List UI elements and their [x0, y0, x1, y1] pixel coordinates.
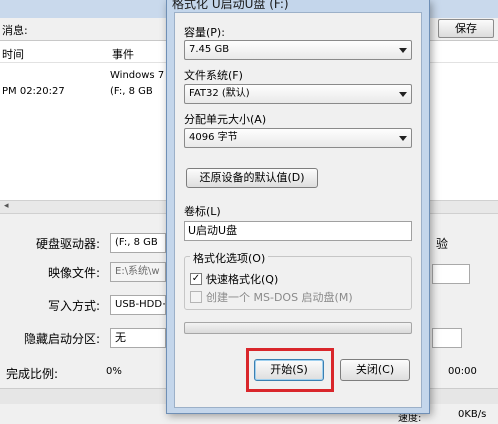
speed-value: 0KB/s — [458, 409, 487, 420]
write-mode-label: 写入方式: — [48, 299, 101, 313]
background-right-field[interactable] — [432, 264, 470, 284]
log-column-time[interactable]: 时间 — [2, 46, 24, 62]
progress-value: 0% — [106, 366, 122, 377]
log-row-time: PM 02:20:27 — [2, 86, 65, 97]
allocation-unit-label: 分配单元大小(A) — [184, 113, 267, 126]
background-right-field-2[interactable] — [432, 328, 462, 348]
file-system-value: FAT32 (默认) — [189, 88, 250, 99]
save-button[interactable]: 保存 — [438, 19, 494, 38]
capacity-value: 7.45 GB — [189, 44, 230, 55]
log-row-event: (F:, 8 GB — [110, 86, 153, 97]
start-button-highlight — [246, 348, 334, 392]
restore-defaults-button[interactable]: 还原设备的默认值(D) — [186, 168, 318, 188]
chevron-down-icon — [399, 136, 407, 141]
hidden-partition-select[interactable]: 无 — [110, 328, 166, 348]
disk-label: 硬盘驱动器: — [36, 237, 101, 251]
hidden-partition-label: 隐藏启动分区: — [24, 332, 101, 346]
format-progress-bar — [184, 322, 412, 334]
progress-label: 完成比例: — [6, 367, 59, 381]
file-system-select[interactable]: FAT32 (默认) — [184, 84, 412, 104]
chevron-down-icon — [399, 48, 407, 53]
message-label: 消息: — [2, 24, 28, 37]
close-button[interactable]: 关闭(C) — [340, 359, 410, 381]
volume-label-label: 卷标(L) — [184, 205, 221, 218]
allocation-unit-value: 4096 字节 — [189, 132, 238, 143]
dialog-title: 格式化 U启动U盘 (F:) — [172, 0, 289, 11]
quick-format-checkbox[interactable]: ✓ — [190, 273, 202, 285]
log-column-event[interactable]: 事件 — [112, 46, 134, 62]
quick-format-label[interactable]: 快速格式化(Q) — [206, 271, 278, 287]
msdos-startup-checkbox[interactable] — [190, 291, 202, 303]
capacity-select[interactable]: 7.45 GB — [184, 40, 412, 60]
capacity-label: 容量(P): — [184, 26, 225, 39]
checkmark-icon: ✓ — [191, 273, 201, 284]
msdos-startup-label[interactable]: 创建一个 MS-DOS 启动盘(M) — [206, 289, 353, 305]
disk-select[interactable]: (F:, 8 GB — [110, 233, 166, 253]
format-options-label: 格式化选项(O) — [190, 250, 269, 266]
log-row-event: Windows 7 — [110, 70, 165, 81]
elapsed-time: 00:00 — [448, 366, 477, 377]
scroll-left-icon[interactable]: ◂ — [4, 201, 9, 211]
write-mode-select[interactable]: USB-HDD+ — [110, 295, 166, 315]
file-system-label: 文件系统(F) — [184, 69, 243, 82]
chevron-down-icon — [399, 92, 407, 97]
allocation-unit-select[interactable]: 4096 字节 — [184, 128, 412, 148]
image-file-input[interactable]: E:\系统\w — [110, 262, 166, 282]
verify-label: 验 — [436, 237, 449, 251]
image-file-label: 映像文件: — [48, 266, 101, 280]
volume-label-input[interactable]: U启动U盘 — [184, 221, 412, 241]
